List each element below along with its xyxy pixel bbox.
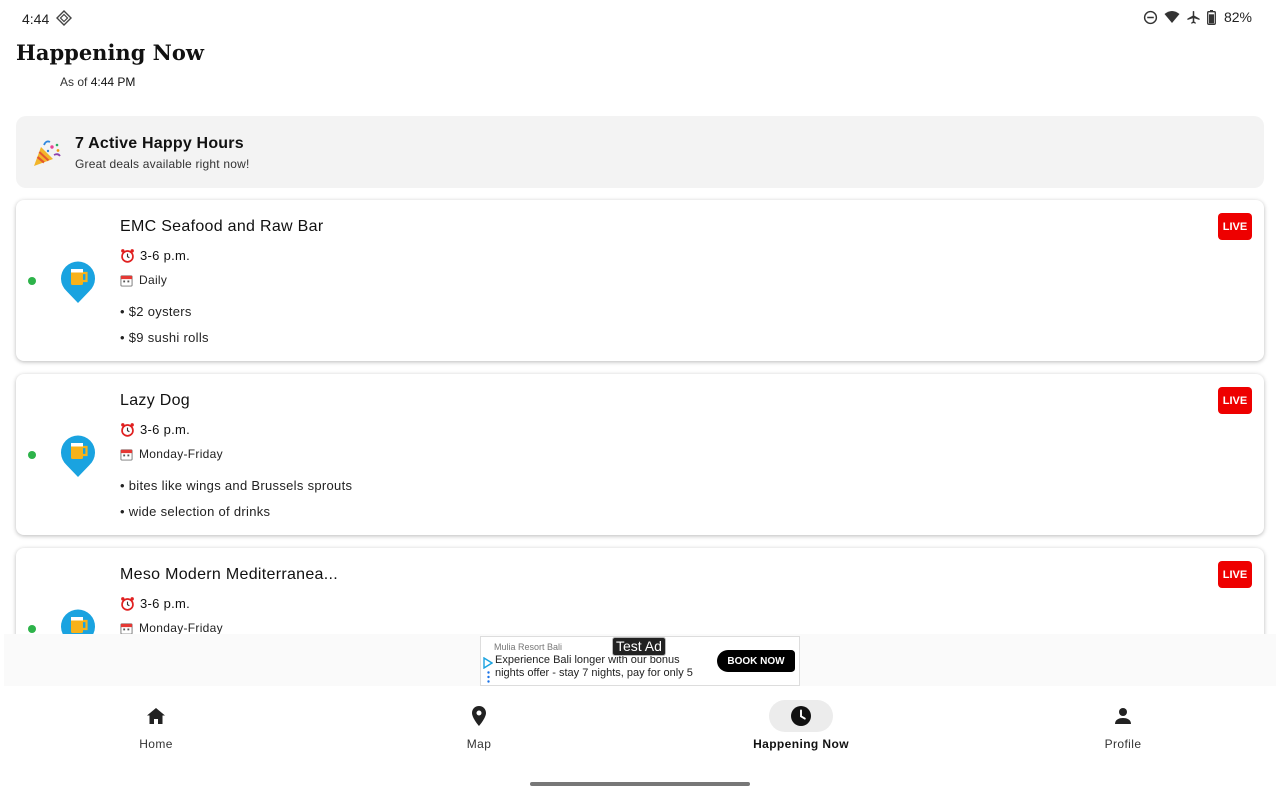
status-icons: 82% (1143, 9, 1252, 25)
nav-profile[interactable]: Profile (1043, 698, 1203, 758)
alarm-clock-icon (121, 423, 134, 437)
beer-pin-icon (61, 435, 95, 477)
nav-home[interactable]: Home (76, 698, 236, 758)
hours-text: 3-6 p.m. (140, 422, 191, 437)
wifi-icon (1164, 11, 1180, 23)
deal-item: • bites like wings and Brussels sprouts (120, 478, 353, 493)
happy-hour-card[interactable]: Lazy Dog 3-6 p.m. Monday-Friday • bites … (16, 374, 1264, 535)
days-text: Daily (139, 273, 168, 287)
test-ad-label: Test Ad (612, 637, 666, 656)
deal-item: • $2 oysters (120, 304, 192, 319)
ad-book-now-button[interactable]: BOOK NOW (717, 650, 795, 672)
as-of-prefix: As of (60, 75, 88, 89)
person-icon (1115, 708, 1131, 724)
days-text: Monday-Friday (139, 447, 223, 461)
beer-pin-icon (61, 261, 95, 303)
nav-happening-now-label: Happening Now (753, 737, 849, 751)
airplane-icon (1187, 10, 1200, 24)
active-count-title: 7 Active Happy Hours (75, 135, 244, 152)
dnd-icon (1143, 10, 1158, 24)
venue-name: EMC Seafood and Raw Bar (120, 218, 324, 235)
ad-sponsor: Mulia Resort Bali (494, 642, 563, 652)
beer-pin-icon (61, 609, 95, 634)
calendar-icon (120, 622, 133, 634)
nav-profile-label: Profile (1104, 737, 1142, 751)
active-summary-banner: 7 Active Happy Hours Great deals availab… (16, 116, 1264, 188)
as-of-time: 4:44 PM (90, 75, 136, 89)
hours-row: 3-6 p.m. (120, 422, 190, 437)
clock-icon (791, 706, 811, 726)
as-of-timestamp: As of 4:44 PM (60, 75, 135, 89)
days-row: Daily (120, 273, 167, 287)
active-count-subtitle: Great deals available right now! (75, 157, 250, 171)
nav-map[interactable]: Map (399, 698, 559, 758)
active-status-dot (28, 625, 36, 633)
map-pin-icon (472, 706, 486, 726)
bottom-navigation: Home Map Happening Now Profile (0, 690, 1280, 770)
party-popper-icon (34, 140, 61, 166)
live-badge: LIVE (1218, 387, 1252, 414)
live-badge: LIVE (1218, 561, 1252, 588)
alarm-clock-icon (121, 249, 134, 263)
notification-diamond-icon (56, 10, 72, 26)
live-badge: LIVE (1218, 213, 1252, 240)
days-row: Monday-Friday (120, 447, 223, 461)
days-row: Monday-Friday (120, 621, 223, 634)
ad-choices-icon[interactable] (483, 657, 493, 669)
calendar-icon (120, 448, 133, 461)
happy-hour-card[interactable]: Meso Modern Mediterranea... 3-6 p.m. Mon… (16, 548, 1264, 634)
alarm-clock-icon (121, 597, 134, 611)
home-icon (147, 708, 165, 724)
battery-percent: 82% (1223, 9, 1252, 25)
nav-happening-now[interactable]: Happening Now (721, 698, 881, 758)
hours-row: 3-6 p.m. (120, 596, 190, 611)
active-status-dot (28, 277, 36, 285)
days-text: Monday-Friday (139, 621, 223, 634)
nav-map-label: Map (466, 737, 492, 751)
venue-name: Lazy Dog (120, 392, 190, 409)
happy-hour-card[interactable]: EMC Seafood and Raw Bar 3-6 p.m. Daily •… (16, 200, 1264, 361)
gesture-home-bar[interactable] (530, 782, 750, 786)
active-status-dot (28, 451, 36, 459)
deal-item: • $9 sushi rolls (120, 330, 209, 345)
hours-text: 3-6 p.m. (140, 596, 191, 611)
status-time: 4:44 (22, 11, 50, 27)
calendar-icon (120, 274, 133, 287)
deal-item: • wide selection of drinks (120, 504, 271, 519)
hours-row: 3-6 p.m. (120, 248, 190, 263)
happy-hour-list[interactable]: EMC Seafood and Raw Bar 3-6 p.m. Daily •… (0, 196, 1280, 634)
ad-menu-icon[interactable] (487, 671, 490, 683)
nav-home-label: Home (139, 737, 173, 751)
ad-headline-2: nights offer - stay 7 nights, pay for on… (495, 667, 693, 679)
hours-text: 3-6 p.m. (140, 248, 191, 263)
venue-name: Meso Modern Mediterranea... (120, 566, 338, 583)
status-bar: 4:44 82% (0, 0, 1280, 36)
battery-icon (1207, 9, 1216, 25)
page-title: Happening Now (16, 40, 204, 65)
